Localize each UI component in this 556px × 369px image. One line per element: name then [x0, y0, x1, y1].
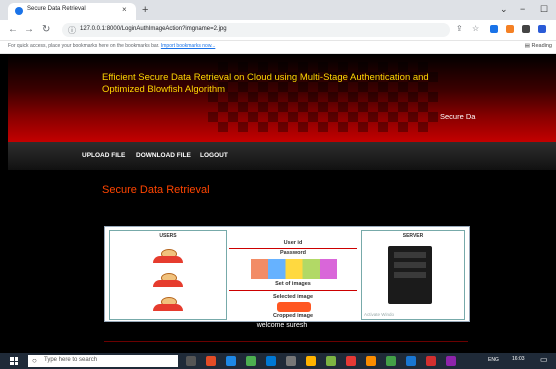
- app-icon[interactable]: [446, 356, 456, 366]
- app-icon[interactable]: [266, 356, 276, 366]
- main-nav: UPLOAD FILE DOWNLOAD FILE LOGOUT: [8, 142, 556, 170]
- tray-clock[interactable]: 16:03: [512, 356, 525, 362]
- nav-upload-file[interactable]: UPLOAD FILE: [82, 152, 125, 159]
- app-icon[interactable]: [366, 356, 376, 366]
- nav-logout[interactable]: LOGOUT: [200, 152, 228, 159]
- server-icon: [388, 246, 432, 304]
- back-icon[interactable]: ←: [8, 24, 18, 35]
- pdf-icon[interactable]: [426, 356, 436, 366]
- reading-list-button[interactable]: ▤ Reading: [525, 43, 552, 49]
- app-icon[interactable]: [286, 356, 296, 366]
- edge-icon[interactable]: [226, 356, 236, 366]
- flow-step: User id: [283, 240, 303, 246]
- star-icon[interactable]: ☆: [472, 24, 479, 33]
- nav-download-file[interactable]: DOWNLOAD FILE: [136, 152, 191, 159]
- info-icon[interactable]: ⓘ: [68, 25, 76, 36]
- users-label: USERS: [159, 233, 177, 239]
- bookmarks-bar: For quick access, place your bookmarks h…: [0, 41, 556, 54]
- app-icon[interactable]: [206, 356, 216, 366]
- divider: [104, 341, 468, 342]
- windows-taskbar: ○ Type here to search ENG 16:03 ▭: [0, 353, 556, 369]
- close-icon[interactable]: ×: [122, 5, 127, 14]
- page-title: Secure Data Retrieval: [102, 184, 210, 196]
- minimize-button[interactable]: −: [520, 4, 525, 14]
- new-tab-button[interactable]: +: [142, 4, 148, 16]
- extension-puzzle-icon[interactable]: [522, 25, 530, 33]
- app-icon[interactable]: [246, 356, 256, 366]
- server-panel: SERVER Activate Windo: [361, 230, 465, 320]
- address-bar: ← → ↻ ⓘ 127.0.0.1:8000/LoginAuthImageAct…: [0, 20, 556, 41]
- tray-lang[interactable]: ENG: [488, 357, 499, 363]
- user-figure: [152, 273, 184, 287]
- site-title: Efficient Secure Data Retrieval on Cloud…: [102, 72, 429, 95]
- flow-arrow: [229, 248, 357, 249]
- welcome-message: welcome suresh: [256, 322, 308, 329]
- windows-start-icon[interactable]: [10, 357, 18, 365]
- import-bookmarks-link[interactable]: Import bookmarks now...: [161, 43, 215, 49]
- notification-icon[interactable]: ▭: [540, 355, 548, 364]
- task-view-icon[interactable]: [186, 356, 196, 366]
- flow-arrow: [229, 290, 357, 291]
- image-grid: [251, 259, 337, 279]
- site-header: Efficient Secure Data Retrieval on Cloud…: [8, 54, 556, 142]
- flow-step: Cropped image: [272, 313, 314, 319]
- search-placeholder: Type here to search: [44, 357, 98, 363]
- chrome-icon[interactable]: [386, 356, 396, 366]
- url-field[interactable]: ⓘ 127.0.0.1:8000/LoginAuthImageAction?im…: [62, 23, 450, 37]
- selected-image: [277, 302, 311, 312]
- server-label: SERVER: [402, 233, 424, 239]
- auth-flow: User id Password Set of images Selected …: [229, 230, 357, 319]
- taskbar-search-input[interactable]: ○ Type here to search: [28, 355, 178, 367]
- flow-step: Password: [280, 250, 306, 256]
- main-content: Secure Data Retrieval USERS User id Pass…: [8, 170, 556, 353]
- url-text: 127.0.0.1:8000/LoginAuthImageAction?imgn…: [80, 26, 227, 32]
- search-icon: ○: [32, 356, 37, 365]
- user-figure: [152, 249, 184, 263]
- profile-icon[interactable]: [538, 25, 546, 33]
- extension-shield-icon[interactable]: [490, 25, 498, 33]
- users-panel: USERS: [109, 230, 227, 320]
- flow-step: Selected image: [272, 294, 314, 300]
- reload-icon[interactable]: ↻: [42, 24, 50, 35]
- flow-step: Set of images: [275, 281, 311, 287]
- activate-windows-watermark: Activate Windo: [364, 312, 395, 317]
- extension-mail-icon[interactable]: [506, 25, 514, 33]
- globe-icon: [15, 7, 23, 15]
- header-tagline: Secure Da: [440, 112, 476, 121]
- tab-title: Secure Data Retrieval: [27, 6, 86, 12]
- app-icon[interactable]: [346, 356, 356, 366]
- chevron-down-icon[interactable]: ⌄: [500, 4, 508, 15]
- share-icon[interactable]: ⇪: [456, 24, 463, 33]
- browser-tab-bar: Secure Data Retrieval × + ⌄ − ☐: [0, 0, 556, 20]
- browser-tab[interactable]: Secure Data Retrieval ×: [8, 3, 136, 20]
- bookmarks-hint: For quick access, place your bookmarks h…: [8, 43, 216, 49]
- maximize-button[interactable]: ☐: [540, 4, 548, 15]
- authentication-diagram-image: USERS User id Password Set of images Sel…: [104, 226, 470, 322]
- file-explorer-icon[interactable]: [306, 356, 316, 366]
- user-figure: [152, 297, 184, 311]
- app-icon[interactable]: [406, 356, 416, 366]
- app-icon[interactable]: [326, 356, 336, 366]
- forward-icon[interactable]: →: [24, 24, 34, 35]
